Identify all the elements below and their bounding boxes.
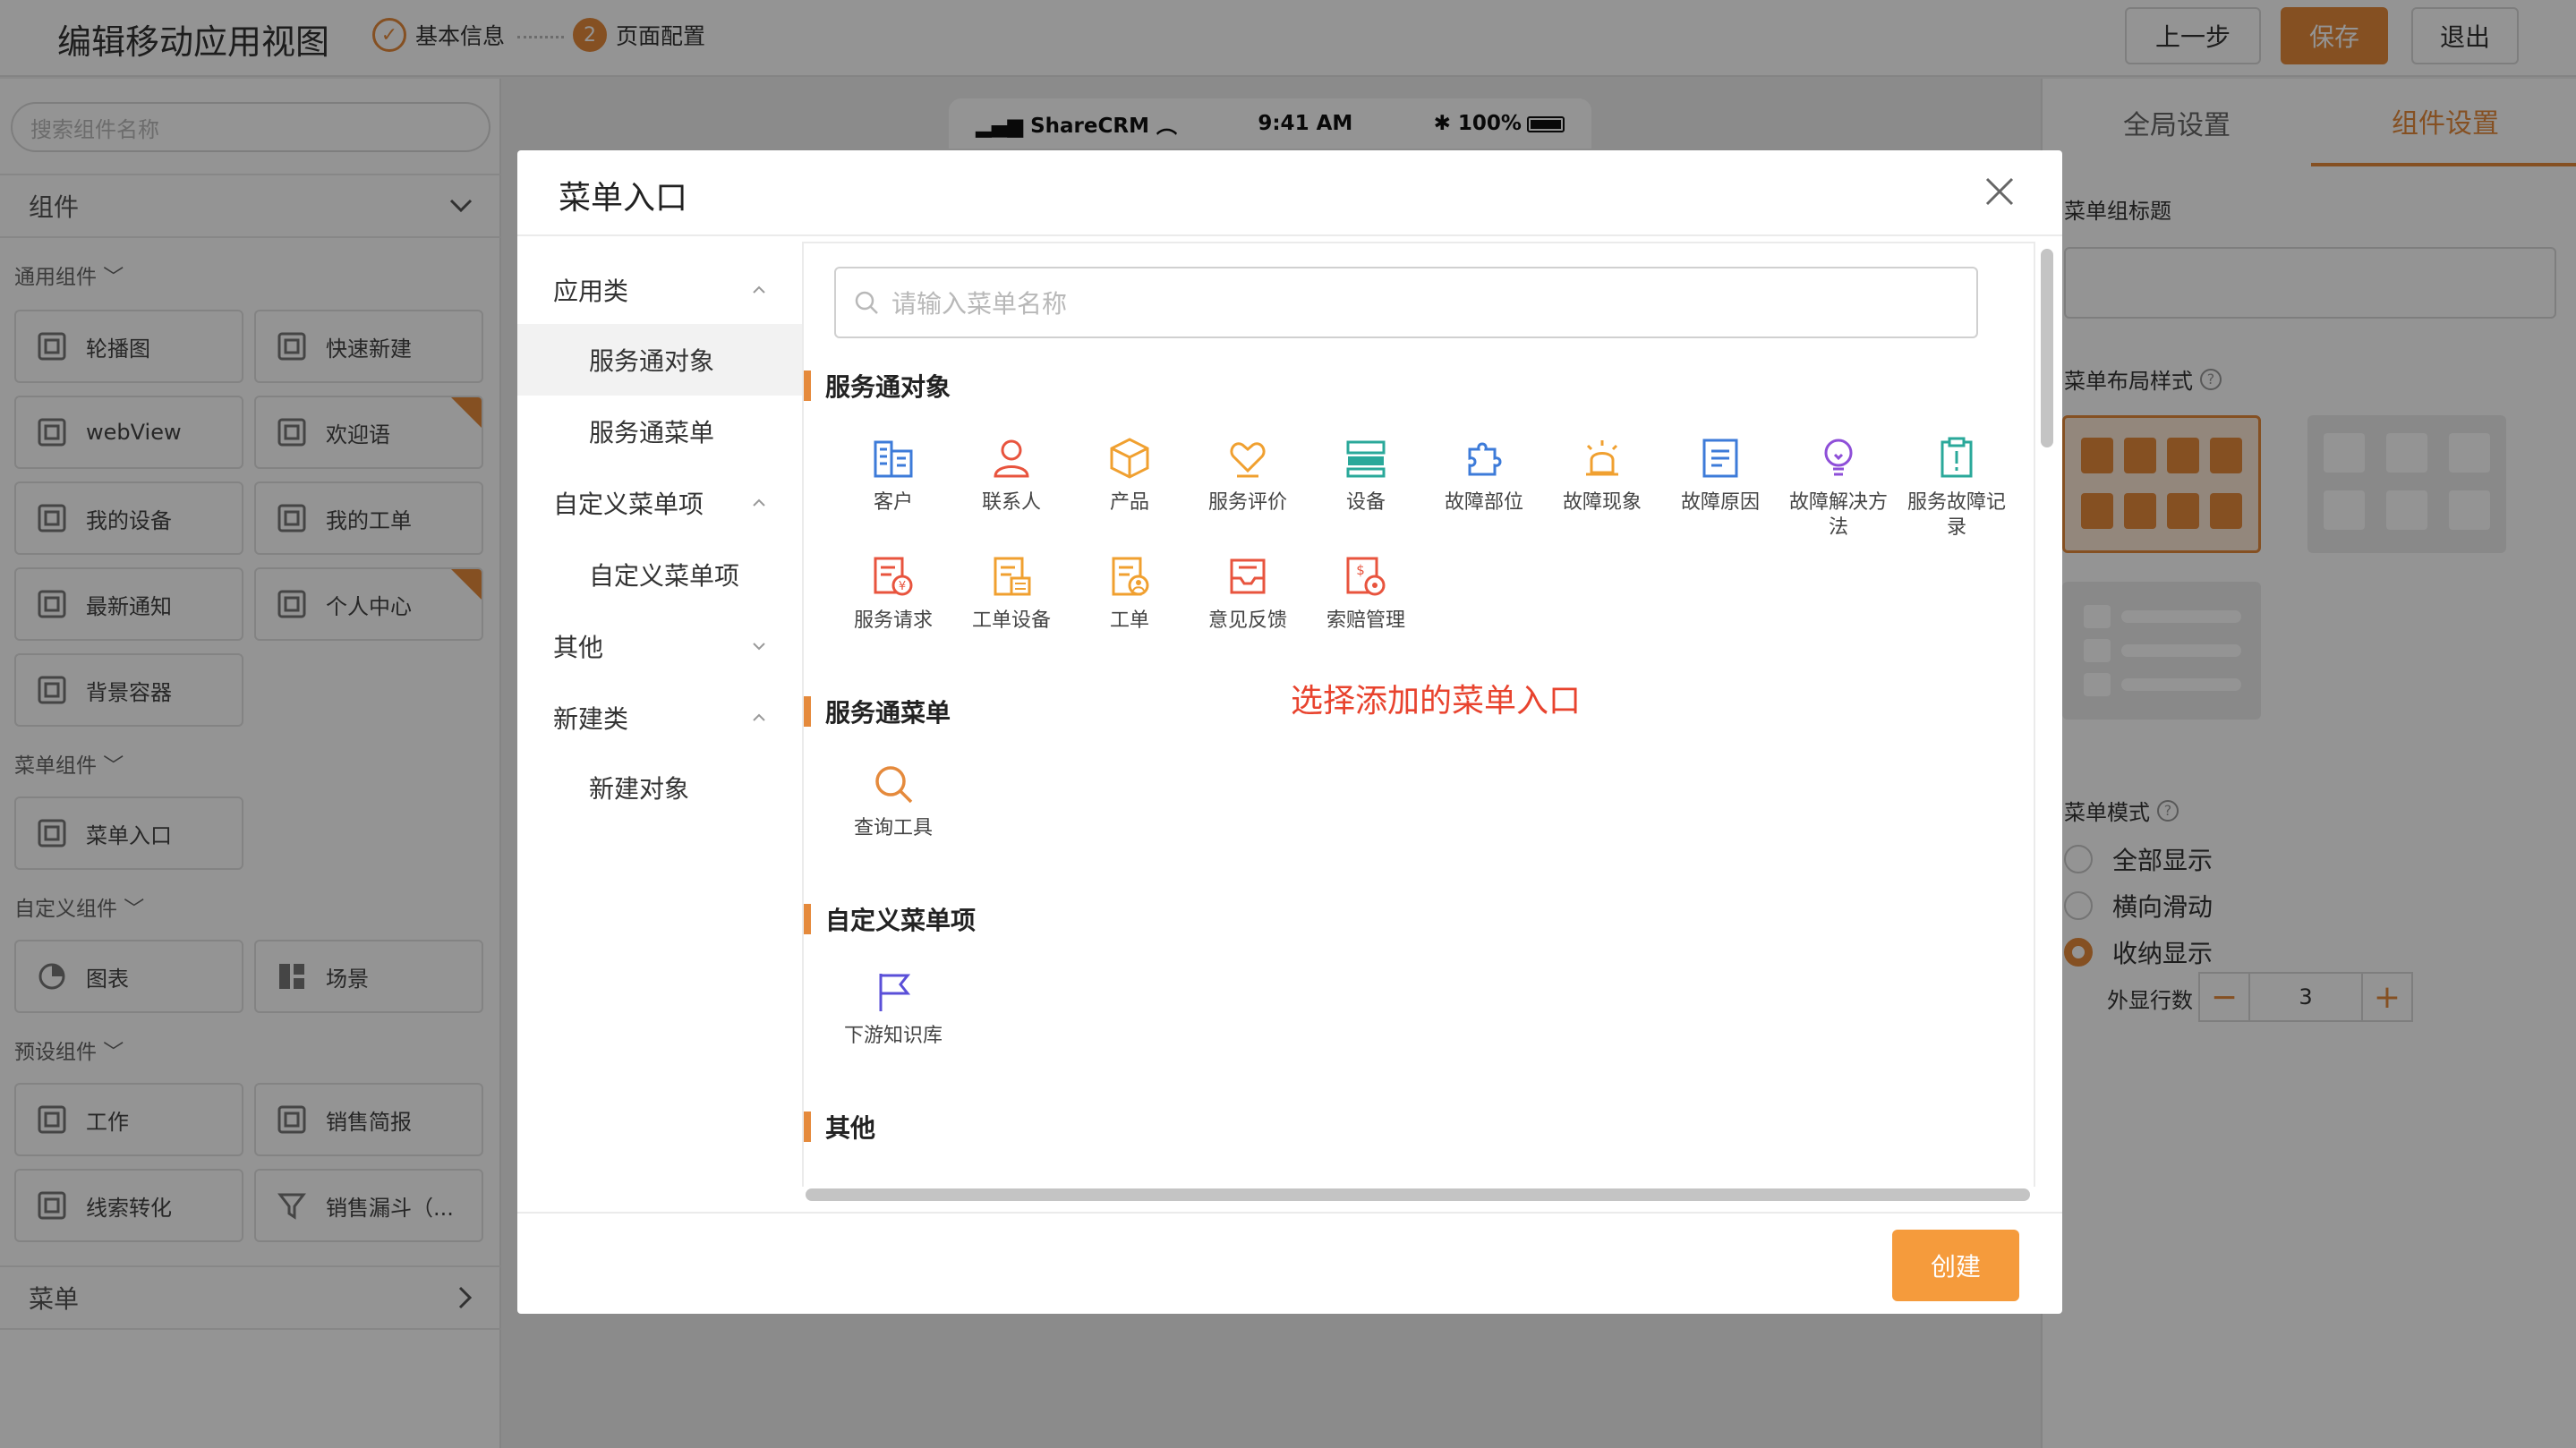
- menu-item-claim[interactable]: $ 索赔管理: [1307, 553, 1425, 634]
- section-service-objects: 服务通对象: [804, 371, 951, 402]
- nav-category-custom[interactable]: 自定义菜单项: [517, 467, 802, 539]
- nav-category-create[interactable]: 新建类: [517, 682, 802, 754]
- alarm-icon: [1586, 440, 1618, 476]
- menu-item-fault-part[interactable]: 故障部位: [1425, 435, 1543, 515]
- menu-item-query-tool[interactable]: 查询工具: [834, 761, 952, 841]
- menu-item-product[interactable]: 产品: [1070, 435, 1189, 515]
- close-icon[interactable]: [1982, 174, 2017, 209]
- menu-item-device[interactable]: 设备: [1307, 435, 1425, 515]
- nav-item-service-menu[interactable]: 服务通菜单: [517, 396, 802, 467]
- document-icon: [1702, 439, 1738, 478]
- nav-item-service-object[interactable]: 服务通对象: [517, 324, 802, 396]
- menu-search-input[interactable]: 请输入菜单名称: [834, 267, 1978, 338]
- section-service-menu: 服务通菜单: [804, 696, 951, 728]
- annotation-text: 选择添加的菜单入口: [1291, 683, 1582, 720]
- menu-item-workorder[interactable]: 工单: [1070, 553, 1189, 634]
- menu-item-feedback[interactable]: 意见反馈: [1189, 553, 1307, 634]
- create-button[interactable]: 创建: [1892, 1230, 2019, 1301]
- menu-item-fault-symptom[interactable]: 故障现象: [1543, 435, 1661, 515]
- dialog-title: 菜单入口: [559, 180, 688, 217]
- lightbulb-icon: [1824, 439, 1853, 476]
- menu-item-fault-cause[interactable]: 故障原因: [1661, 435, 1779, 515]
- menu-item-workorder-device[interactable]: 工单设备: [952, 553, 1070, 634]
- claim-icon: $: [1346, 557, 1386, 596]
- horizontal-scrollbar[interactable]: [806, 1188, 2030, 1201]
- customer-icon: [874, 440, 913, 478]
- nav-category-other[interactable]: 其他: [517, 610, 802, 682]
- menu-item-downstream-kb[interactable]: 下游知识库: [834, 968, 952, 1049]
- menu-entry-dialog: 菜单入口 应用类 服务通对象 服务通菜单 自定义菜单项 自定义菜单项 其他 新建…: [517, 150, 2062, 1314]
- puzzle-icon: [1468, 442, 1502, 476]
- menu-item-contact[interactable]: 联系人: [952, 435, 1070, 515]
- menu-item-fault-solution[interactable]: 故障解决方法: [1779, 435, 1898, 541]
- clipboard-alert-icon: [1941, 437, 1973, 478]
- service-request-icon: ¥: [874, 557, 913, 596]
- menu-item-service-request[interactable]: ¥ 服务请求: [834, 553, 952, 634]
- chevron-down-icon: [753, 643, 765, 651]
- device-icon: [1346, 440, 1386, 478]
- menu-item-fault-record[interactable]: 服务故障记录: [1898, 435, 2016, 541]
- dialog-header: 菜单入口: [517, 150, 2062, 236]
- chevron-up-icon: [753, 713, 765, 721]
- service-rating-icon: [1230, 442, 1266, 478]
- nav-item-custom-menu[interactable]: 自定义菜单项: [517, 539, 802, 610]
- section-custom-menu: 自定义菜单项: [804, 904, 976, 935]
- dialog-category-nav: 应用类 服务通对象 服务通菜单 自定义菜单项 自定义菜单项 其他 新建类 新建对…: [517, 238, 802, 1133]
- search-icon: [875, 766, 913, 804]
- nav-category-app[interactable]: 应用类: [517, 254, 802, 326]
- dialog-footer: 创建: [517, 1212, 2062, 1314]
- menu-item-customer[interactable]: 客户: [834, 435, 952, 515]
- svg-text:$: $: [1356, 562, 1365, 578]
- workorder-device-icon: [994, 557, 1031, 596]
- chevron-up-icon: [753, 498, 765, 507]
- menu-item-service-rating[interactable]: 服务评价: [1189, 435, 1307, 515]
- vertical-scrollbar[interactable]: [2041, 249, 2053, 447]
- nav-item-new-object[interactable]: 新建对象: [517, 752, 802, 823]
- svg-text:¥: ¥: [899, 580, 906, 593]
- product-box-icon: [1110, 438, 1149, 479]
- flag-icon: [879, 974, 911, 1011]
- workorder-icon: [1112, 557, 1149, 596]
- section-other: 其他: [804, 1112, 875, 1143]
- chevron-up-icon: [753, 285, 765, 294]
- search-icon: [855, 291, 878, 314]
- feedback-inbox-icon: [1230, 558, 1266, 594]
- contact-icon: [994, 439, 1029, 478]
